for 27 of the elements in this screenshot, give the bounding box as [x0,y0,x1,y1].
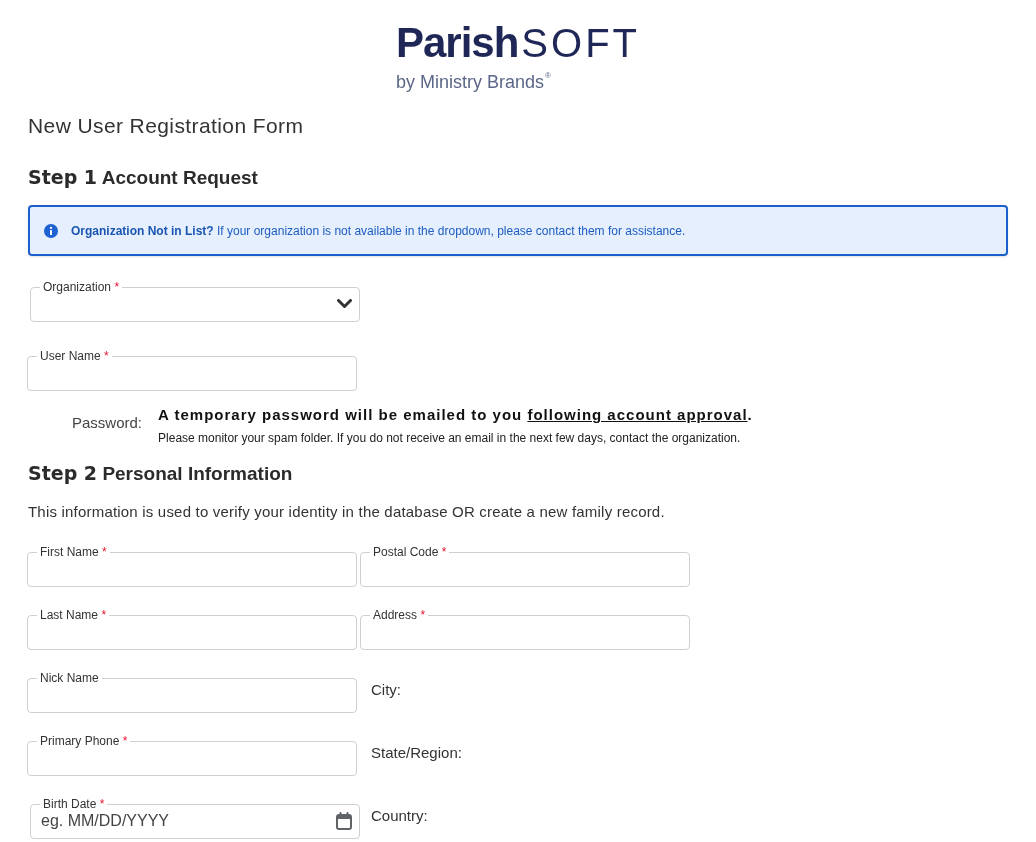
date-input[interactable]: eg. MM/DD/YYYY [40,808,336,833]
calendar-icon [336,811,352,830]
password-note: Please monitor your spam folder. If you do not receive an email in the next few days, contact the organization. [158,431,741,445]
text-field[interactable]: First Name * [27,545,357,587]
password-label: Password: [72,413,143,432]
field-label: State/Region: [370,744,463,762]
text-field[interactable]: Primary Phone * [27,734,357,776]
step-heading: Step 2 Personal Information [28,461,294,486]
step-heading: Step 1 Account Request [28,165,259,190]
text-field[interactable]: Address * [360,608,690,650]
select-field[interactable]: Organization * [30,280,360,322]
page-title: New User Registration Form [28,114,305,138]
text-field[interactable]: Nick Name [27,671,357,713]
text-field[interactable]: User Name * [27,349,357,391]
text-field[interactable]: Last Name * [27,608,357,650]
alert-message: Organization Not in List? If your organization is not available in the dropdown, please contact them for assistance. [71,223,686,238]
password-notice: A temporary password will be emailed to you following account approval. [158,406,753,424]
info-icon [44,223,58,238]
text-field[interactable]: Postal Code * [360,545,690,587]
approval-link[interactable]: following account approval [527,406,748,423]
logo-tagline: by Ministry Brands$^{®}$ [395,72,551,92]
field-label: City: [370,681,402,699]
section-description: This information is used to verify your identity in the database OR create a new family record. [28,503,666,521]
date-field[interactable]: Birth Date * eg. MM/DD/YYYY [30,797,360,839]
field-label: Country: [370,807,429,825]
chevron-down-icon [337,298,352,309]
logo-wordmark: ParishSOFT [395,22,641,64]
